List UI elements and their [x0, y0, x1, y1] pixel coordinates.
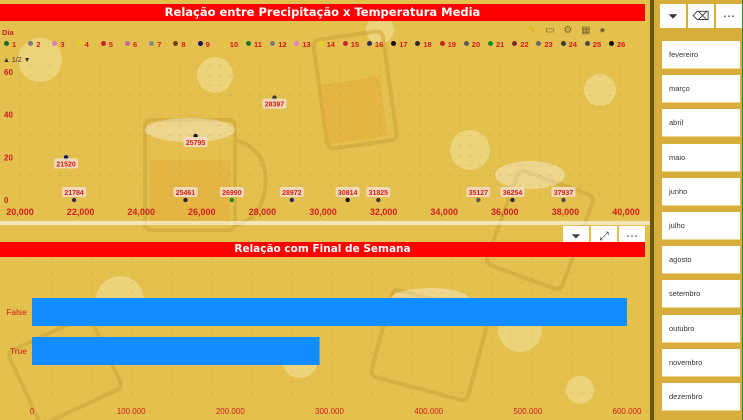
category-label: False — [6, 307, 27, 317]
bar[interactable] — [32, 298, 627, 326]
scatter-point[interactable] — [510, 197, 515, 203]
scatter-point[interactable] — [376, 197, 381, 203]
x-tick-label: 200.000 — [216, 407, 245, 416]
month-item[interactable]: novembro — [662, 348, 740, 377]
data-label: 26990 — [222, 190, 242, 197]
category-label: True — [10, 346, 27, 356]
x-tick-label: 30,000 — [309, 207, 337, 217]
x-tick-label: 24,000 — [127, 207, 155, 217]
slicer-toolbar: ⏷ ⌫ ⋯ — [660, 4, 742, 28]
filter-icon[interactable]: ⏷ — [660, 4, 686, 28]
bar[interactable] — [32, 337, 320, 365]
x-tick-label: 300.000 — [315, 407, 344, 416]
data-label: 28397 — [265, 102, 285, 109]
data-label: 21784 — [64, 190, 84, 197]
bar-title: Relação com Final de Semana — [0, 242, 645, 257]
x-tick-label: 22,000 — [67, 207, 95, 217]
data-label: 31825 — [369, 190, 389, 197]
x-tick-label: 0 — [30, 407, 35, 416]
month-item[interactable]: março — [662, 75, 740, 104]
month-item[interactable]: dezembro — [662, 383, 740, 411]
month-slicer: ⏷ ⌫ ⋯ fevereiro março abril maio junho julho a… — [650, 0, 743, 420]
scatter-point[interactable] — [561, 197, 566, 203]
scatter-point[interactable] — [289, 197, 295, 203]
y-tick-label: 40 — [4, 111, 13, 120]
scatter-point[interactable] — [183, 197, 188, 203]
month-item[interactable]: maio — [662, 143, 740, 172]
month-item[interactable]: setembro — [662, 280, 740, 309]
visual-divider — [0, 221, 650, 225]
month-item[interactable]: outubro — [662, 314, 740, 343]
month-item[interactable]: junho — [662, 177, 740, 206]
x-tick-label: 32,000 — [370, 207, 398, 217]
data-label: 35127 — [469, 190, 489, 197]
month-item[interactable]: agosto — [662, 246, 740, 275]
data-label: 37937 — [554, 190, 574, 197]
y-tick-label: 60 — [4, 68, 13, 77]
month-item[interactable]: julho — [662, 212, 740, 240]
x-tick-label: 38,000 — [552, 207, 580, 217]
scatter-point[interactable] — [71, 197, 77, 203]
scatter-plot[interactable]: 0 20 40 60 20,000 22,000 24,000 26,000 28,000 30,… — [0, 0, 648, 222]
scatter-point[interactable] — [229, 197, 234, 203]
scatter-visual[interactable]: Relação entre Precipitação x Temperatura… — [0, 0, 648, 222]
x-tick-label: 500.000 — [513, 407, 542, 416]
more-options-icon[interactable]: ⋯ — [716, 4, 742, 28]
x-tick-label: 26,000 — [188, 207, 216, 217]
data-label: 36254 — [503, 190, 523, 197]
scatter-point[interactable] — [345, 197, 350, 203]
data-label: 28972 — [282, 190, 302, 197]
data-label: 25795 — [186, 140, 206, 147]
data-label: 30814 — [338, 190, 358, 197]
scatter-point[interactable] — [476, 197, 481, 203]
x-tick-label: 20,000 — [6, 207, 34, 217]
data-label: 25461 — [176, 190, 196, 197]
y-tick-label: 0 — [4, 196, 9, 205]
x-tick-label: 36,000 — [491, 207, 519, 217]
y-tick-label: 20 — [4, 153, 13, 162]
month-item[interactable]: fevereiro — [662, 41, 740, 69]
x-tick-label: 40,000 — [612, 207, 640, 217]
x-tick-label: 600.000 — [613, 407, 642, 416]
x-tick-label: 100.000 — [117, 407, 146, 416]
data-label: 21520 — [56, 161, 76, 168]
x-tick-label: 28,000 — [249, 207, 277, 217]
eraser-icon[interactable]: ⌫ — [688, 4, 714, 28]
x-tick-label: 34,000 — [430, 207, 458, 217]
x-tick-label: 400.000 — [414, 407, 443, 416]
bar-chart[interactable]: False True 0 100.000 200.000 300.000 400.000 50… — [0, 257, 648, 420]
month-item[interactable]: abril — [662, 109, 740, 138]
